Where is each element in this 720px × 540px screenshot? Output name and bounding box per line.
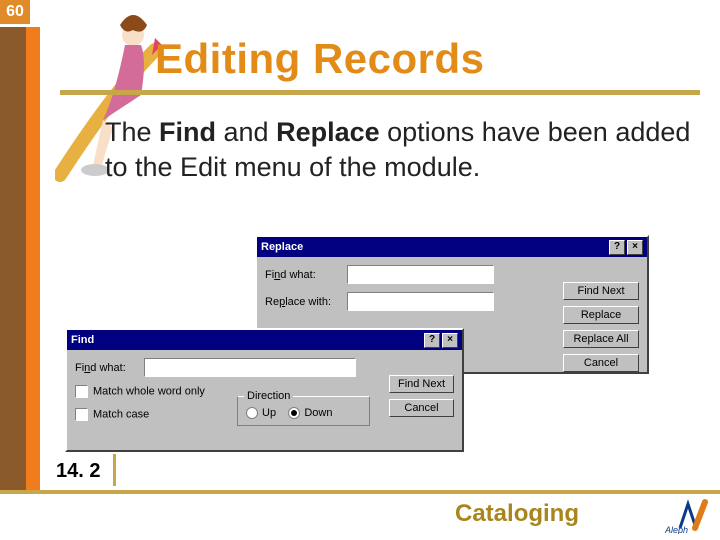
page-number: 60 bbox=[0, 0, 30, 24]
replace-with-input[interactable] bbox=[347, 292, 494, 311]
close-button[interactable]: × bbox=[627, 240, 643, 255]
down-radio-option[interactable]: Down bbox=[288, 407, 332, 419]
section-number: 14. 2 bbox=[56, 460, 100, 483]
match-case-checkbox[interactable] bbox=[75, 408, 88, 421]
find-dialog-titlebar[interactable]: Find ? × bbox=[67, 330, 462, 350]
find-what-label: Find what: bbox=[75, 362, 140, 374]
replace-with-label: Replace with: bbox=[265, 296, 343, 308]
footer-label: Cataloging bbox=[455, 500, 579, 528]
slide: 60 Editing Records The Find and Replace … bbox=[0, 0, 720, 540]
find-dialog-title: Find bbox=[71, 334, 422, 346]
body-text-bold-replace: Replace bbox=[276, 117, 380, 147]
body-paragraph: The Find and Replace options have been a… bbox=[105, 115, 695, 184]
help-button[interactable]: ? bbox=[424, 333, 440, 348]
section-divider bbox=[113, 454, 116, 486]
body-text-mid: and bbox=[216, 117, 276, 147]
whole-word-checkbox[interactable] bbox=[75, 385, 88, 398]
cancel-button[interactable]: Cancel bbox=[389, 399, 454, 417]
find-dialog: Find ? × Find what: Match whole word onl… bbox=[65, 328, 464, 452]
replace-all-button[interactable]: Replace All bbox=[563, 330, 639, 348]
stripe-orange bbox=[26, 27, 40, 490]
direction-group: Direction Up Down bbox=[237, 396, 370, 426]
svg-text:Aleph: Aleph bbox=[665, 525, 688, 534]
title-underline bbox=[60, 90, 700, 95]
find-next-button[interactable]: Find Next bbox=[389, 375, 454, 393]
find-what-label: Find what: bbox=[265, 269, 343, 281]
footer-bar bbox=[0, 490, 720, 540]
page-title: Editing Records bbox=[155, 35, 485, 83]
replace-dialog-title: Replace bbox=[261, 241, 607, 253]
replace-dialog-titlebar[interactable]: Replace ? × bbox=[257, 237, 647, 257]
body-text-bold-find: Find bbox=[159, 117, 216, 147]
down-radio[interactable] bbox=[288, 407, 300, 419]
close-button[interactable]: × bbox=[442, 333, 458, 348]
up-radio-option[interactable]: Up bbox=[246, 407, 276, 419]
find-what-input[interactable] bbox=[347, 265, 494, 284]
find-what-input[interactable] bbox=[144, 358, 356, 377]
body-text-pre: The bbox=[105, 117, 159, 147]
dialogs-area: Replace ? × Find what: Replace with: Fin… bbox=[115, 235, 655, 460]
help-button[interactable]: ? bbox=[609, 240, 625, 255]
aleph-logo: Aleph bbox=[665, 498, 715, 534]
replace-button[interactable]: Replace bbox=[563, 306, 639, 324]
stripe-brown bbox=[0, 27, 26, 490]
cancel-button[interactable]: Cancel bbox=[563, 354, 639, 372]
direction-label: Direction bbox=[244, 390, 293, 402]
find-next-button[interactable]: Find Next bbox=[563, 282, 639, 300]
up-radio[interactable] bbox=[246, 407, 258, 419]
